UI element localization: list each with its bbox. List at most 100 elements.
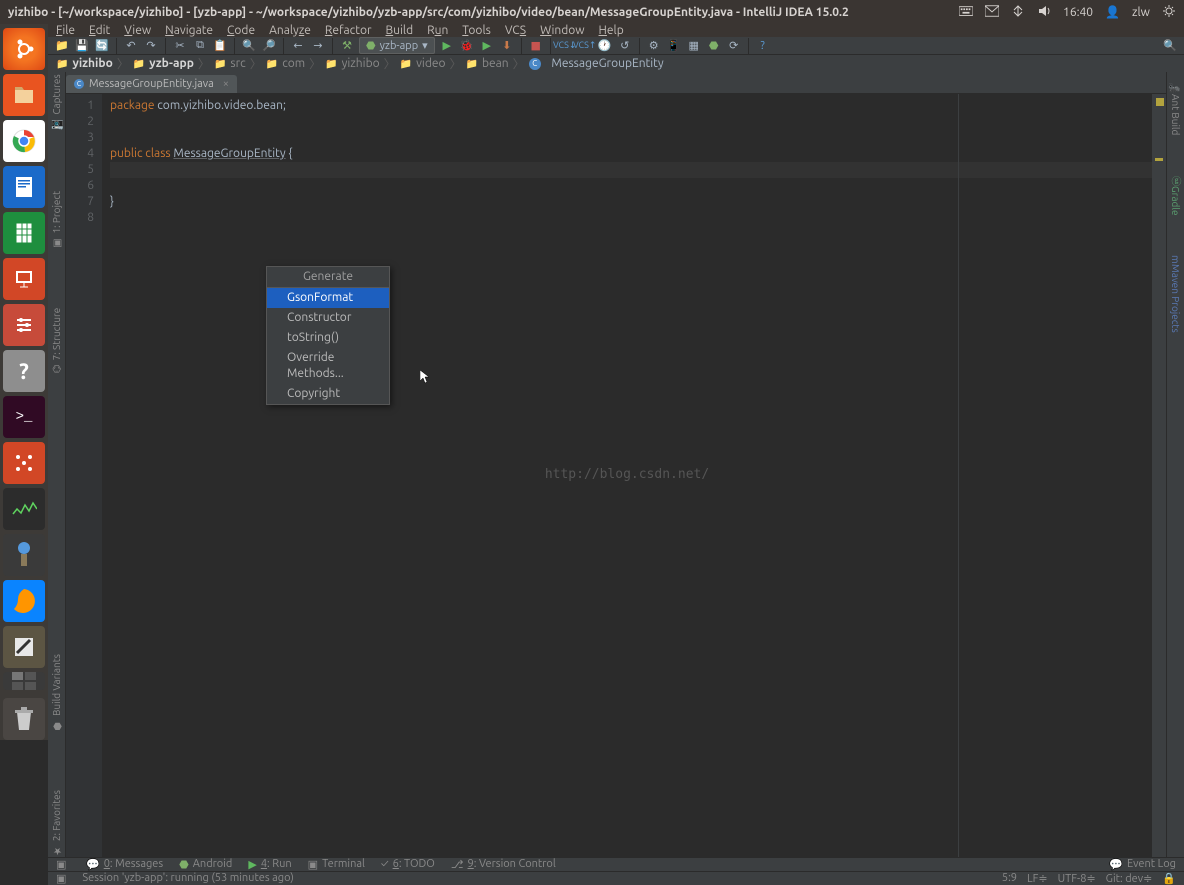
vcs-update-icon[interactable]: VCS↓ bbox=[557, 38, 573, 54]
tool-project[interactable]: ▣ 1: Project bbox=[51, 191, 62, 249]
warning-marker[interactable] bbox=[1155, 158, 1163, 161]
popup-item-constructor[interactable]: Constructor bbox=[267, 308, 389, 328]
forward-icon[interactable]: → bbox=[310, 38, 326, 54]
tool-captures[interactable]: 📷 Captures bbox=[51, 74, 62, 131]
lock-icon[interactable]: 🔒 bbox=[1162, 872, 1176, 885]
run-icon[interactable]: ▶ bbox=[439, 38, 455, 54]
username[interactable]: zlw bbox=[1132, 6, 1150, 19]
structure-icon[interactable]: ⚙ bbox=[646, 38, 662, 54]
popup-item-tostring[interactable]: toString() bbox=[267, 328, 389, 348]
tool-ant[interactable]: 🐜 Ant Build bbox=[1170, 82, 1181, 136]
undo-icon[interactable]: ↶ bbox=[123, 38, 139, 54]
error-stripe[interactable] bbox=[1152, 94, 1166, 857]
menu-edit[interactable]: Edit bbox=[89, 24, 110, 37]
crumb-bean[interactable]: 📁bean bbox=[466, 57, 509, 70]
menu-build[interactable]: Build bbox=[386, 24, 414, 37]
replace-icon[interactable]: 🔎 bbox=[261, 38, 277, 54]
revert-icon[interactable]: ↺ bbox=[617, 38, 633, 54]
monitor-icon[interactable] bbox=[3, 488, 45, 530]
redo-icon[interactable]: ↷ bbox=[143, 38, 159, 54]
crumb-video[interactable]: 📁video bbox=[400, 57, 446, 70]
calc-icon[interactable] bbox=[3, 212, 45, 254]
menu-refactor[interactable]: Refactor bbox=[325, 24, 372, 37]
tool-messages[interactable]: 💬 0: Messages bbox=[86, 858, 163, 871]
ide-icon[interactable] bbox=[3, 534, 45, 576]
tool-window-quick-access-icon[interactable]: ▣ bbox=[56, 858, 70, 871]
tool-favorites[interactable]: ★ 2: Favorites bbox=[51, 790, 62, 856]
copy-icon[interactable]: ⧉ bbox=[192, 38, 208, 54]
crumb-yizhibo[interactable]: 📁yizhibo bbox=[325, 57, 379, 70]
terminal-icon[interactable]: >_ bbox=[3, 396, 45, 438]
impress-icon[interactable] bbox=[3, 258, 45, 300]
status-git-branch[interactable]: Git: dev≑ bbox=[1106, 872, 1153, 885]
menu-code[interactable]: Code bbox=[227, 24, 255, 37]
vcs-commit-icon[interactable]: VCS↑ bbox=[577, 38, 593, 54]
tool-terminal[interactable]: ▣ Terminal bbox=[308, 858, 365, 871]
save-icon[interactable]: 💾 bbox=[74, 38, 90, 54]
firefox-icon[interactable] bbox=[3, 580, 45, 622]
dash-icon[interactable] bbox=[3, 28, 45, 70]
ddms-icon[interactable]: ⬣ bbox=[706, 38, 722, 54]
files-icon[interactable] bbox=[3, 74, 45, 116]
mail-icon[interactable] bbox=[985, 4, 999, 21]
back-icon[interactable]: ← bbox=[290, 38, 306, 54]
chrome-icon[interactable] bbox=[3, 120, 45, 162]
help-icon[interactable]: ? bbox=[3, 350, 45, 392]
tool-run[interactable]: ▶ 4: Run bbox=[248, 858, 291, 871]
editor-tab[interactable]: C MessageGroupEntity.java × bbox=[66, 75, 237, 93]
history-icon[interactable]: 🕐 bbox=[597, 38, 613, 54]
menu-navigate[interactable]: Navigate bbox=[165, 24, 213, 37]
menu-help[interactable]: Help bbox=[599, 24, 624, 37]
menu-view[interactable]: View bbox=[124, 24, 151, 37]
status-tool-icon[interactable]: ▣ bbox=[56, 872, 66, 885]
status-encoding[interactable]: UTF-8≑ bbox=[1058, 872, 1096, 885]
search-everywhere-icon[interactable]: 🔍 bbox=[1162, 38, 1178, 54]
sync-icon[interactable]: 🔄 bbox=[94, 38, 110, 54]
settings-icon[interactable] bbox=[3, 304, 45, 346]
popup-item-copyright[interactable]: Copyright bbox=[267, 384, 389, 404]
sound-icon[interactable] bbox=[1037, 4, 1051, 21]
status-caret-pos[interactable]: 5:9 bbox=[1002, 872, 1017, 885]
close-tab-icon[interactable]: × bbox=[223, 78, 229, 90]
workspace-switcher-icon[interactable] bbox=[3, 672, 45, 690]
writer-icon[interactable] bbox=[3, 166, 45, 208]
keyboard-icon[interactable] bbox=[959, 4, 973, 21]
crumb-src[interactable]: 📁src bbox=[214, 57, 246, 70]
dice-icon[interactable] bbox=[3, 442, 45, 484]
crumb-module[interactable]: 📁yzb-app bbox=[133, 57, 194, 70]
network-icon[interactable] bbox=[1011, 4, 1025, 21]
menu-run[interactable]: Run bbox=[427, 24, 448, 37]
debug-icon[interactable]: 🐞 bbox=[459, 38, 475, 54]
menu-tools[interactable]: Tools bbox=[462, 24, 491, 37]
tool-gradle[interactable]: ⓖ Gradle bbox=[1168, 176, 1183, 216]
make-icon[interactable]: ⚒ bbox=[339, 38, 355, 54]
crumb-class[interactable]: C MessageGroupEntity bbox=[529, 57, 664, 70]
gradle-sync-icon[interactable]: ⟳ bbox=[726, 38, 742, 54]
event-log[interactable]: 💬 Event Log bbox=[1109, 858, 1176, 871]
popup-item-gsonformat[interactable]: GsonFormat bbox=[267, 288, 389, 308]
status-line-separator[interactable]: LF≑ bbox=[1027, 872, 1048, 885]
user-icon[interactable]: 👤 bbox=[1105, 5, 1120, 19]
clock[interactable]: 16:40 bbox=[1063, 6, 1093, 19]
menu-analyze[interactable]: Analyze bbox=[269, 24, 311, 37]
menu-file[interactable]: File bbox=[56, 24, 75, 37]
tool-structure[interactable]: ⌬ 7: Structure bbox=[51, 308, 62, 373]
find-icon[interactable]: 🔍 bbox=[241, 38, 257, 54]
stop-icon[interactable]: ■ bbox=[528, 38, 544, 54]
editor-icon[interactable] bbox=[3, 626, 45, 668]
crumb-com[interactable]: 📁com bbox=[266, 57, 305, 70]
tool-todo[interactable]: ✓ 6: TODO bbox=[381, 858, 435, 870]
tool-android[interactable]: ⬣ Android bbox=[179, 858, 232, 871]
crumb-project[interactable]: 📁yizhibo bbox=[56, 57, 113, 70]
help-toolbar-icon[interactable]: ? bbox=[755, 38, 771, 54]
run-configuration-selector[interactable]: ⬣ yzb-app ▾ bbox=[359, 37, 435, 54]
inspection-indicator-icon[interactable] bbox=[1156, 98, 1164, 106]
sdk-icon[interactable]: 📱 bbox=[666, 38, 682, 54]
tool-maven[interactable]: m Maven Projects bbox=[1170, 255, 1181, 332]
tool-build-variants[interactable]: ⬣ Build Variants bbox=[51, 654, 62, 731]
menu-window[interactable]: Window bbox=[540, 24, 584, 37]
open-icon[interactable]: 📁 bbox=[54, 38, 70, 54]
cut-icon[interactable]: ✂ bbox=[172, 38, 188, 54]
popup-item-override[interactable]: Override Methods... bbox=[267, 348, 389, 384]
trash-icon[interactable] bbox=[3, 698, 45, 740]
